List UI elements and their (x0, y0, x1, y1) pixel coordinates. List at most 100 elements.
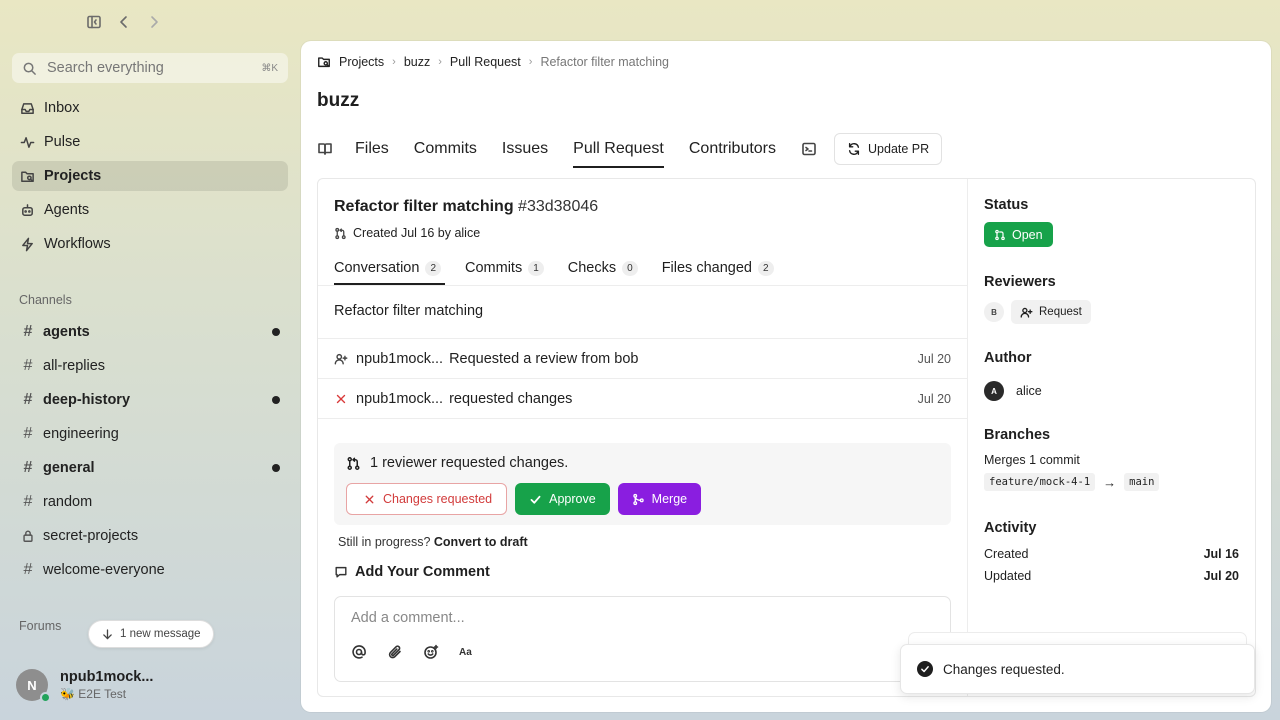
status-heading: Status (984, 197, 1029, 213)
avatar-initial: N (27, 677, 37, 693)
mention-button[interactable] (351, 644, 367, 660)
search-input[interactable]: Search everything ⌘K (12, 53, 288, 83)
update-pr-label: Update PR (868, 142, 930, 156)
page-title: buzz (317, 90, 360, 111)
convert-to-draft-link[interactable]: Convert to draft (434, 535, 528, 549)
sidebar-item-label: Projects (44, 168, 102, 184)
request-label: Request (1039, 306, 1082, 318)
channel-item-agents[interactable]: # agents (12, 317, 288, 347)
chevron-right-icon: › (392, 56, 396, 68)
channel-item-welcome-everyone[interactable]: # welcome-everyone (12, 555, 288, 585)
subtab-label: Files changed (661, 260, 752, 276)
check-circle-icon (917, 661, 933, 677)
comment-input[interactable] (351, 607, 931, 629)
main-panel: Projects › buzz › Pull Request › Refacto… (301, 41, 1271, 712)
review-actions: Changes requested Approve Merge (346, 483, 702, 515)
pr-title-text: Refactor filter matching (334, 198, 514, 215)
author-avatar: A (984, 381, 1004, 401)
channel-label: welcome-everyone (43, 562, 165, 578)
channel-label: engineering (43, 426, 119, 442)
source-branch: feature/mock-4-1 (984, 473, 1096, 491)
channel-item-secret-projects[interactable]: secret-projects (12, 521, 288, 551)
draft-hint: Still in progress? Convert to draft (338, 535, 528, 549)
reviewers-row: B Request (984, 300, 1091, 324)
pr-created-text: Created Jul 16 by alice (353, 226, 481, 240)
reviewer-avatar[interactable]: B (984, 302, 1004, 322)
pr-title: Refactor filter matching #33d38046 (334, 198, 598, 216)
subtab-commits[interactable]: Commits 1 (465, 251, 544, 285)
breadcrumb-current: Refactor filter matching (540, 55, 669, 69)
user-plus-icon (334, 353, 348, 365)
sidebar-item-agents[interactable]: Agents (12, 195, 288, 225)
subtab-label: Commits (465, 260, 523, 276)
subtab-checks[interactable]: Checks 0 (568, 251, 638, 285)
emoji-button[interactable] (423, 644, 439, 660)
author-heading: Author (984, 350, 1032, 366)
close-icon (336, 394, 346, 404)
subtab-label: Checks (567, 260, 617, 276)
channel-item-deep-history[interactable]: # deep-history (12, 385, 288, 415)
tab-pull-request[interactable]: Pull Request (573, 131, 664, 168)
channel-item-general[interactable]: # general (12, 453, 288, 483)
sidebar-item-workflows[interactable]: Workflows (12, 229, 288, 259)
unread-dot (272, 464, 280, 472)
agents-icon (22, 203, 33, 216)
new-message-pill[interactable]: 1 new message (88, 620, 214, 648)
inbox-icon (21, 102, 34, 114)
arrow-right-icon: → (1103, 474, 1117, 490)
channel-item-random[interactable]: # random (12, 487, 288, 517)
sidebar-item-pulse[interactable]: Pulse (12, 127, 288, 157)
current-user[interactable]: N npub1mock... 🐝 E2E Test (16, 669, 153, 703)
subtab-conversation[interactable]: Conversation 2 (334, 251, 445, 285)
merge-summary-text: 1 reviewer requested changes. (370, 455, 569, 471)
sidebar-item-label: Inbox (44, 100, 80, 116)
tab-contributors[interactable]: Contributors (689, 131, 776, 167)
sidebar-item-projects[interactable]: Projects (12, 161, 288, 191)
terminal-tab[interactable] (801, 141, 817, 157)
tab-files[interactable]: Files (355, 131, 389, 167)
pr-description: Refactor filter matching (334, 303, 484, 319)
attach-button[interactable] (387, 644, 403, 660)
subtab-files-changed[interactable]: Files changed 2 (662, 251, 774, 285)
divider (318, 418, 967, 419)
format-button[interactable]: Aa (459, 647, 472, 658)
breadcrumb-projects[interactable]: Projects (339, 55, 384, 69)
breadcrumb-buzz[interactable]: buzz (404, 55, 430, 69)
online-indicator (40, 692, 51, 703)
channel-label: general (43, 460, 95, 476)
divider (318, 285, 967, 286)
activity-label: Created (984, 547, 1029, 561)
add-comment-label: Add Your Comment (355, 564, 490, 580)
changes-requested-button[interactable]: Changes requested (346, 483, 508, 515)
branch-flow: feature/mock-4-1 → main (984, 473, 1160, 491)
breadcrumb-pull-request[interactable]: Pull Request (450, 55, 521, 69)
tab-issues[interactable]: Issues (502, 131, 548, 167)
reviewers-heading: Reviewers (984, 274, 1056, 290)
author-row[interactable]: A alice (984, 381, 1042, 401)
timeline-event: npub1mock... Requested a review from bob… (334, 339, 951, 379)
target-branch: main (1124, 473, 1160, 491)
hash-icon: # (23, 561, 33, 578)
merge-button[interactable]: Merge (617, 483, 702, 515)
chevron-right-icon: › (528, 56, 533, 68)
channel-item-engineering[interactable]: # engineering (12, 419, 288, 449)
breadcrumb: Projects › buzz › Pull Request › Refacto… (317, 55, 669, 69)
event-author[interactable]: npub1mock... (356, 391, 443, 407)
sidebar-item-inbox[interactable]: Inbox (12, 93, 288, 123)
refresh-icon (848, 143, 860, 155)
update-pr-button[interactable]: Update PR (834, 133, 943, 165)
event-text: requested changes (449, 391, 573, 407)
toast-notification[interactable]: Changes requested. (900, 644, 1255, 694)
book-icon (318, 143, 332, 155)
project-tabs: Files Commits Issues Pull Request Contri… (317, 131, 943, 168)
channels-section-label: Channels (19, 293, 72, 307)
channel-item-all-replies[interactable]: # all-replies (12, 351, 288, 381)
pr-hash: #33d38046 (518, 198, 599, 215)
request-review-button[interactable]: Request (1011, 300, 1091, 324)
readme-tab[interactable] (317, 141, 333, 157)
approve-button[interactable]: Approve (515, 483, 610, 515)
tab-commits[interactable]: Commits (414, 131, 477, 167)
event-author[interactable]: npub1mock... (356, 351, 443, 367)
pr-subtabs: Conversation 2 Commits 1 Checks 0 Files … (334, 251, 798, 285)
event-date: Jul 20 (917, 392, 951, 406)
